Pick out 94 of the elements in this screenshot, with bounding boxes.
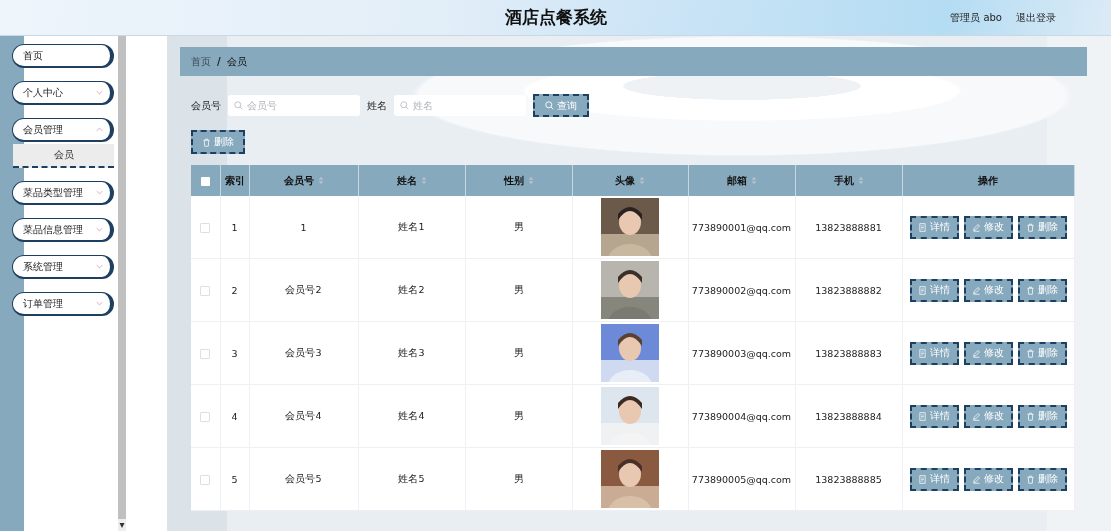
scrollbar[interactable]: ▾ [118, 36, 126, 531]
column-header[interactable]: 头像 [572, 165, 688, 196]
menu-item[interactable]: 系统管理 [12, 255, 114, 279]
row-checkbox[interactable] [200, 285, 211, 296]
table-cell: 男 [513, 346, 524, 358]
table-cell: 13823888883 [815, 347, 882, 359]
trash-icon [1026, 285, 1036, 295]
menu-item[interactable]: 个人中心 [12, 81, 114, 105]
table-cell: 姓名1 [398, 220, 425, 232]
breadcrumb-current: 会员 [226, 54, 247, 69]
document-icon [918, 222, 928, 232]
table-cell: 会员号2 [285, 283, 322, 295]
menu-item[interactable]: 订单管理 [12, 292, 114, 316]
row-checkbox[interactable] [200, 474, 211, 485]
app-title: 酒店点餐系统 [504, 6, 607, 29]
breadcrumb-link[interactable]: 首页 [191, 54, 211, 69]
document-icon [918, 411, 928, 421]
table-cell: 3 [231, 347, 238, 359]
table-cell: 13823888881 [815, 221, 882, 233]
search-icon [400, 101, 409, 110]
row-checkbox[interactable] [200, 222, 211, 233]
chevron-icon [96, 90, 103, 95]
table-cell: 会员号5 [285, 472, 322, 484]
document-icon [918, 285, 928, 295]
table-cell: 773890002@qq.com [691, 284, 792, 296]
document-icon [918, 348, 928, 358]
table-cell: 1 [231, 221, 238, 233]
sort-icon[interactable] [750, 176, 757, 185]
table-cell: 姓名5 [398, 472, 425, 484]
table-cell: 773890004@qq.com [691, 410, 792, 422]
table-cell: 2 [231, 284, 238, 296]
trash-icon [1026, 222, 1036, 232]
menu-item[interactable]: 会员管理 [12, 118, 114, 142]
row-checkbox[interactable] [200, 411, 211, 422]
sort-icon[interactable] [317, 176, 324, 185]
menu-item[interactable]: 菜品信息管理 [12, 218, 114, 242]
column-header[interactable]: 邮箱 [688, 165, 795, 196]
column-header[interactable]: 会员号 [249, 165, 358, 196]
search-field[interactable]: 会员号 [228, 95, 360, 116]
search-field[interactable]: 姓名 [394, 95, 526, 116]
column-header[interactable]: 姓名 [358, 165, 465, 196]
table-cell: 773890001@qq.com [691, 221, 792, 233]
pencil-icon [972, 222, 982, 232]
table-cell: 773890003@qq.com [691, 347, 792, 359]
user-name: 管理员 abo [950, 10, 1002, 25]
trash-icon [1026, 348, 1036, 358]
table-cell: 男 [513, 220, 524, 232]
table-cell: 会员号4 [285, 409, 322, 421]
sort-icon[interactable] [639, 176, 645, 185]
search-icon [234, 101, 243, 110]
pencil-icon [972, 348, 982, 358]
table-cell: 男 [513, 409, 524, 421]
field-label: 会员号 [191, 98, 221, 113]
table-cell: 13823888882 [815, 284, 882, 296]
trash-icon [1026, 411, 1036, 421]
pencil-icon [972, 474, 982, 484]
document-icon [918, 474, 928, 484]
column-header[interactable]: 手机 [795, 165, 902, 196]
submenu-item[interactable]: 会员 [13, 144, 114, 168]
sort-icon[interactable] [857, 176, 864, 185]
table-cell: 姓名4 [398, 409, 425, 421]
field-label: 姓名 [367, 98, 387, 113]
menu-item[interactable]: 首页 [12, 44, 114, 68]
row-checkbox[interactable] [200, 348, 211, 359]
table-cell: 13823888884 [815, 410, 882, 422]
table-cell: 男 [513, 472, 524, 484]
column-header[interactable]: 索引 [220, 165, 249, 196]
trash-icon [1026, 474, 1036, 484]
chevron-icon [96, 301, 103, 306]
select-all-checkbox[interactable] [200, 176, 210, 186]
table-cell: 773890005@qq.com [691, 473, 792, 485]
column-header[interactable]: 性别 [465, 165, 572, 196]
chevron-icon [96, 127, 103, 132]
chevron-icon [96, 190, 103, 195]
trash-icon [202, 137, 211, 147]
table-cell: 5 [231, 473, 238, 485]
sort-icon[interactable] [527, 176, 534, 185]
pencil-icon [972, 411, 982, 421]
table-cell: 会员号3 [285, 346, 322, 358]
table-cell: 13823888885 [815, 473, 882, 485]
breadcrumb-separator: / [217, 56, 221, 67]
table-cell: 姓名3 [398, 346, 425, 358]
table-cell: 4 [231, 410, 238, 422]
chevron-icon [96, 264, 103, 269]
menu-item[interactable]: 菜品类型管理 [12, 181, 114, 205]
chevron-icon [96, 227, 103, 232]
table-cell: 姓名2 [398, 283, 425, 295]
pencil-icon [972, 285, 982, 295]
table-cell: 男 [513, 283, 524, 295]
sort-icon[interactable] [420, 176, 427, 185]
search-icon [545, 101, 554, 110]
logout-link[interactable]: 退出登录 [1016, 10, 1056, 25]
column-header[interactable]: 操作 [902, 165, 1075, 196]
table-cell: 1 [300, 221, 307, 233]
